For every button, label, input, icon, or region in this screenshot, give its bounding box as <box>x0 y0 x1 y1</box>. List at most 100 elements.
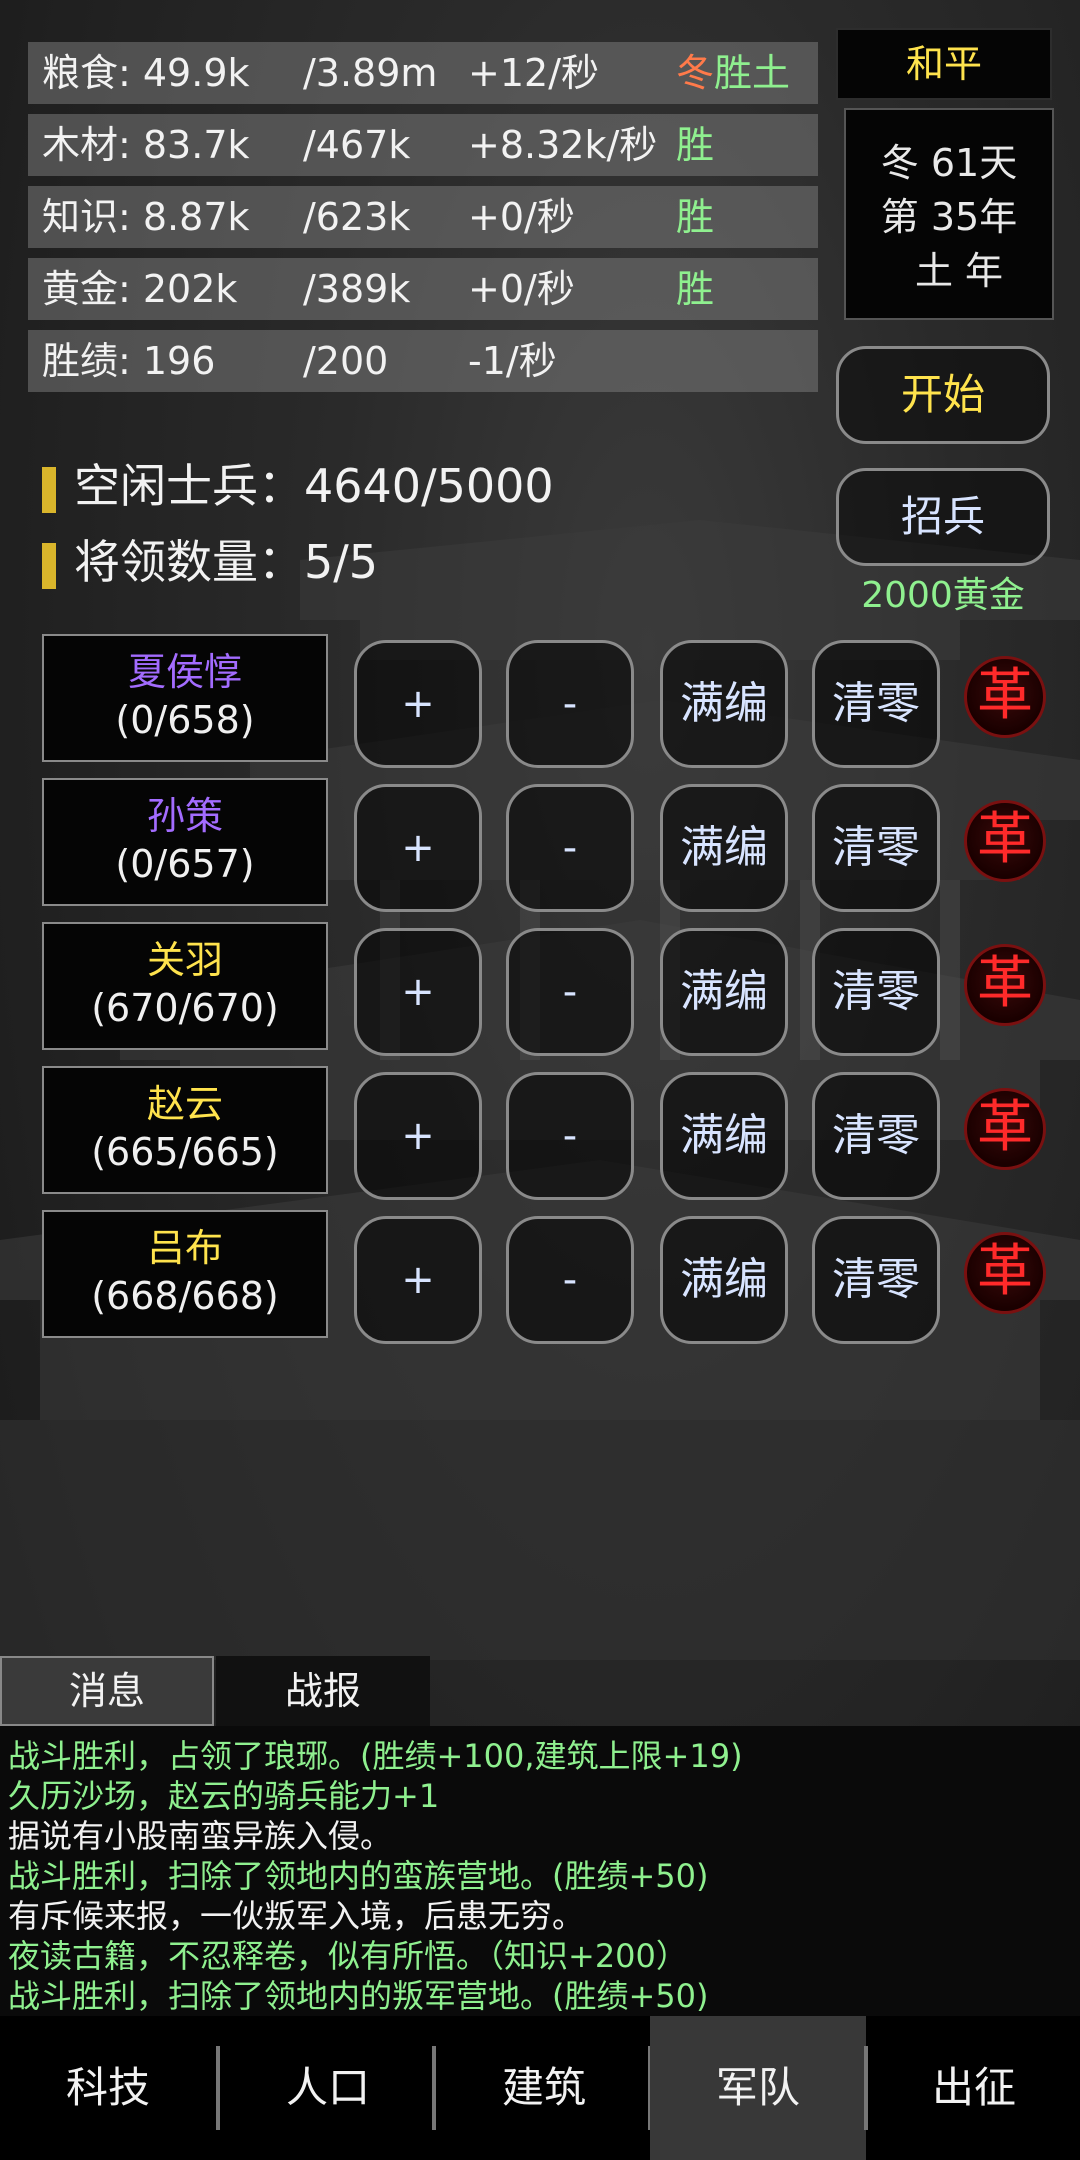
general-row: 关羽 (670/670) + - 满编 清零 革 <box>0 922 1080 1056</box>
message-log[interactable]: 战斗胜利，占领了琅琊。(胜绩+100,建筑上限+19) 久历沙场，赵云的骑兵能力… <box>0 1726 1080 2016</box>
resource-wood-rate: +8.32k/秒 <box>468 123 658 167</box>
resource-gold-max: /389k <box>303 267 411 311</box>
clear-troops-button[interactable]: 清零 <box>812 1216 940 1344</box>
tab-battle-report[interactable]: 战报 <box>216 1656 430 1726</box>
resource-knowledge-tag: 胜 <box>676 195 715 239</box>
fill-troops-button[interactable]: 满编 <box>660 640 788 768</box>
resource-wood-tag: 胜 <box>676 123 715 167</box>
resource-victories-rate: -1/秒 <box>468 339 557 383</box>
clear-troops-button[interactable]: 清零 <box>812 928 940 1056</box>
start-button[interactable]: 开始 <box>836 346 1050 444</box>
resource-wood-amount: 木材: 83.7k <box>42 123 250 167</box>
calendar-season-day: 冬 61天 <box>880 141 1018 185</box>
dismiss-general-button[interactable]: 革 <box>964 944 1046 1026</box>
general-troops: (0/657) <box>115 842 255 886</box>
log-line: 有斥候来报，一伙叛军入境，后患无穷。 <box>8 1897 585 1935</box>
log-line: 战斗胜利，扫除了领地内的叛军营地。(胜绩+50) <box>8 1977 709 2015</box>
bottom-navigation: 科技 人口 建筑 军队 出征 <box>0 2016 1080 2160</box>
stat-marker-icon <box>42 466 56 513</box>
general-card[interactable]: 孙策 (0/657) <box>42 778 328 906</box>
log-line: 久历沙场，赵云的骑兵能力+1 <box>8 1777 440 1815</box>
resource-gold-rate: +0/秒 <box>468 267 575 311</box>
remove-troops-button[interactable]: - <box>506 1072 634 1200</box>
idle-soldiers-text: 空闲士兵：4640/5000 <box>74 459 554 513</box>
general-name: 夏侯惇 <box>127 650 242 694</box>
resource-food-amount: 粮食: 49.9k <box>42 51 250 95</box>
general-card[interactable]: 赵云 (665/665) <box>42 1066 328 1194</box>
general-row: 赵云 (665/665) + - 满编 清零 革 <box>0 1066 1080 1200</box>
general-row: 吕布 (668/668) + - 满编 清零 革 <box>0 1210 1080 1344</box>
tag-winter: 冬 <box>676 51 715 95</box>
peace-status-badge: 和平 <box>836 28 1052 100</box>
general-troops: (665/665) <box>91 1130 279 1174</box>
general-name: 关羽 <box>146 938 223 982</box>
general-card[interactable]: 关羽 (670/670) <box>42 922 328 1050</box>
calendar-display: 冬 61天 第 35年 土 年 <box>844 108 1054 320</box>
nav-technology[interactable]: 科技 <box>0 2016 216 2160</box>
nav-population[interactable]: 人口 <box>220 2016 436 2160</box>
resource-wood-max: /467k <box>303 123 411 167</box>
resource-row-food: 粮食: 49.9k /3.89m +12/秒 冬胜土 <box>28 42 818 104</box>
resource-row-victories: 胜绩: 196 /200 -1/秒 <box>28 330 818 392</box>
general-troops: (670/670) <box>91 986 279 1030</box>
message-tabs: 消息 战报 <box>0 1656 432 1726</box>
log-line: 据说有小股南蛮异族入侵。 <box>8 1817 393 1855</box>
resource-food-rate: +12/秒 <box>468 51 599 95</box>
general-troops: (0/658) <box>115 698 255 742</box>
log-line: 夜读古籍，不忍释卷，似有所悟。（知识+200） <box>8 1937 688 1975</box>
remove-troops-button[interactable]: - <box>506 640 634 768</box>
fill-troops-button[interactable]: 满编 <box>660 784 788 912</box>
tag-victory: 胜 <box>714 51 753 95</box>
stat-marker-icon <box>42 542 56 589</box>
add-troops-button[interactable]: + <box>354 1216 482 1344</box>
resource-food-max: /3.89m <box>303 51 438 95</box>
general-troops: (668/668) <box>91 1274 279 1318</box>
general-card[interactable]: 吕布 (668/668) <box>42 1210 328 1338</box>
resource-knowledge-amount: 知识: 8.87k <box>42 195 250 239</box>
add-troops-button[interactable]: + <box>354 928 482 1056</box>
clear-troops-button[interactable]: 清零 <box>812 1072 940 1200</box>
generals-count-text: 将领数量：5/5 <box>74 535 379 589</box>
general-name: 孙策 <box>146 794 223 838</box>
remove-troops-button[interactable]: - <box>506 1216 634 1344</box>
recruit-button[interactable]: 招兵 <box>836 468 1050 566</box>
resource-food-tags: 冬胜土 <box>676 42 790 104</box>
game-screen: 粮食: 49.9k /3.89m +12/秒 冬胜土 木材: 83.7k /46… <box>0 0 1080 2160</box>
general-name: 吕布 <box>146 1226 223 1270</box>
general-row: 夏侯惇 (0/658) + - 满编 清零 革 <box>0 634 1080 768</box>
add-troops-button[interactable]: + <box>354 1072 482 1200</box>
calendar-element-year: 土 年 <box>914 249 1004 293</box>
remove-troops-button[interactable]: - <box>506 784 634 912</box>
recruit-cost-label: 2000黄金 <box>861 575 1025 616</box>
tab-messages[interactable]: 消息 <box>0 1656 214 1726</box>
add-troops-button[interactable]: + <box>354 640 482 768</box>
general-name: 赵云 <box>146 1082 223 1126</box>
nav-buildings[interactable]: 建筑 <box>436 2016 652 2160</box>
dismiss-general-button[interactable]: 革 <box>964 1088 1046 1170</box>
resource-knowledge-max: /623k <box>303 195 411 239</box>
clear-troops-button[interactable]: 清零 <box>812 640 940 768</box>
general-row: 孙策 (0/657) + - 满编 清零 革 <box>0 778 1080 912</box>
clear-troops-button[interactable]: 清零 <box>812 784 940 912</box>
remove-troops-button[interactable]: - <box>506 928 634 1056</box>
general-card[interactable]: 夏侯惇 (0/658) <box>42 634 328 762</box>
resource-victories-max: /200 <box>303 339 389 383</box>
dismiss-general-button[interactable]: 革 <box>964 1232 1046 1314</box>
resource-row-gold: 黄金: 202k /389k +0/秒 胜 <box>28 258 818 320</box>
dismiss-general-button[interactable]: 革 <box>964 800 1046 882</box>
dismiss-general-button[interactable]: 革 <box>964 656 1046 738</box>
resource-row-knowledge: 知识: 8.87k /623k +0/秒 胜 <box>28 186 818 248</box>
log-line: 战斗胜利，占领了琅琊。(胜绩+100,建筑上限+19) <box>8 1737 743 1775</box>
tag-earth: 土 <box>752 51 791 95</box>
resource-knowledge-rate: +0/秒 <box>468 195 575 239</box>
fill-troops-button[interactable]: 满编 <box>660 928 788 1056</box>
generals-count-stat: 将领数量：5/5 <box>42 532 378 592</box>
resource-victories-amount: 胜绩: 196 <box>42 339 216 383</box>
nav-army[interactable]: 军队 <box>650 2016 866 2160</box>
resource-gold-tag: 胜 <box>676 267 715 311</box>
nav-expedition[interactable]: 出征 <box>866 2016 1080 2160</box>
log-line: 战斗胜利，扫除了领地内的蛮族营地。(胜绩+50) <box>8 1857 709 1895</box>
fill-troops-button[interactable]: 满编 <box>660 1216 788 1344</box>
fill-troops-button[interactable]: 满编 <box>660 1072 788 1200</box>
add-troops-button[interactable]: + <box>354 784 482 912</box>
